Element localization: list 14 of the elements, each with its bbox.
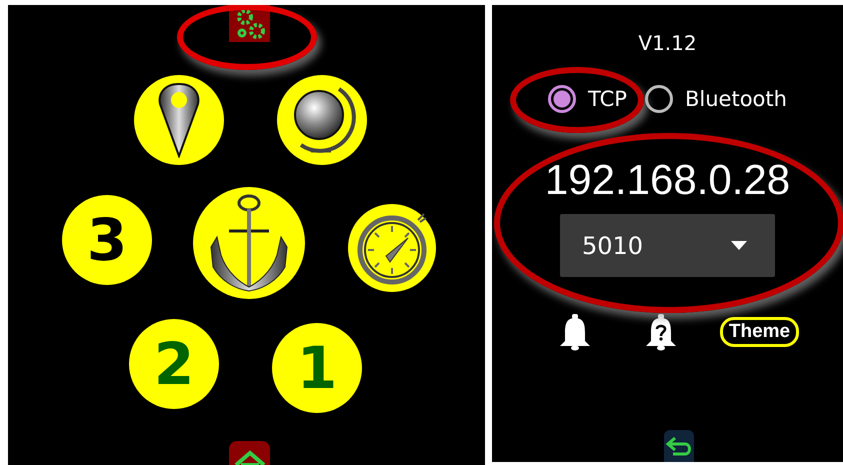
- number-button[interactable]: 1: [272, 323, 362, 413]
- version-label: V1.12: [638, 31, 697, 55]
- radio-option[interactable]: Bluetooth: [640, 85, 791, 113]
- port-dropdown[interactable]: 5010: [560, 214, 775, 277]
- caret-icon: [731, 241, 747, 250]
- number-button[interactable]: 3: [62, 195, 152, 285]
- theme-button[interactable]: Theme: [720, 317, 800, 347]
- return-arrow-icon: [665, 436, 693, 456]
- map-pin-icon: [156, 82, 202, 158]
- radio-option[interactable]: TCP: [544, 85, 631, 113]
- number-button[interactable]: 2: [129, 319, 219, 409]
- back-tab[interactable]: [664, 430, 694, 462]
- ip-address: 192.168.0.28: [544, 159, 790, 201]
- home-tab[interactable]: [229, 441, 270, 465]
